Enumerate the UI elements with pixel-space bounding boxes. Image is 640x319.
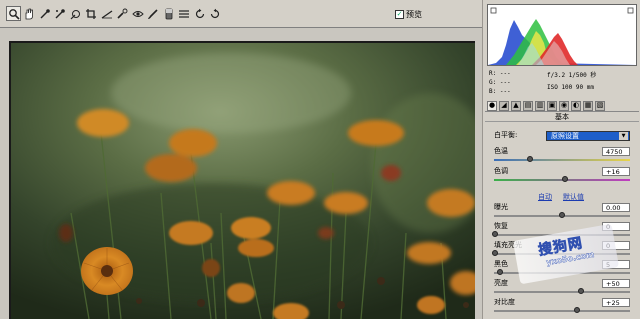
hand-icon[interactable]: [22, 6, 37, 21]
eyedropper-icon[interactable]: [37, 6, 52, 21]
preview-toggle[interactable]: ✓ 预览: [395, 9, 422, 20]
wb-label: 白平衡:: [494, 131, 518, 139]
contrast-slider-thumb[interactable]: [574, 307, 580, 313]
tone-curve-tab-icon[interactable]: ◢: [499, 100, 509, 111]
recovery-slider-thumb[interactable]: [492, 231, 498, 237]
toolbar: ✓ 预览: [0, 0, 482, 28]
section-title: 基本: [485, 113, 639, 122]
contrast-input[interactable]: +25: [602, 298, 630, 307]
target-icon[interactable]: [68, 6, 83, 21]
lens-tab-icon[interactable]: ▣: [547, 100, 557, 111]
temp-input[interactable]: 4750: [602, 147, 630, 156]
chevron-down-icon: ▼: [619, 132, 628, 140]
readout-r: R: ---: [489, 70, 511, 77]
contrast-slider[interactable]: [494, 310, 630, 312]
rotate-cw-icon[interactable]: [208, 6, 223, 21]
preview-label: 预览: [406, 10, 422, 19]
crop-icon[interactable]: [84, 6, 99, 21]
blacks-slider-thumb[interactable]: [497, 269, 503, 275]
straighten-icon[interactable]: [99, 6, 114, 21]
wb-selected-value: 原照设置: [551, 132, 579, 140]
split-toning-tab-icon[interactable]: ▥: [535, 100, 545, 111]
gradient-icon[interactable]: [161, 6, 176, 21]
exposure-input[interactable]: 0.00: [602, 203, 630, 212]
brightness-input[interactable]: +50: [602, 279, 630, 288]
recovery-label: 恢复: [494, 222, 508, 230]
readout-g: G: ---: [489, 79, 511, 86]
white-balance-select[interactable]: 原照设置 ▼: [546, 131, 630, 141]
brightness-slider-thumb[interactable]: [578, 288, 584, 294]
image-canvas: [0, 28, 482, 319]
rotate-ccw-icon[interactable]: [192, 6, 207, 21]
preview-checkbox[interactable]: ✓: [395, 10, 404, 19]
auto-link[interactable]: 自动: [538, 193, 552, 202]
photo-preview[interactable]: [9, 41, 475, 319]
brightness-slider[interactable]: [494, 291, 630, 293]
brush-icon[interactable]: [146, 6, 161, 21]
exposure-label: 曝光: [494, 203, 508, 211]
spot-icon[interactable]: [115, 6, 130, 21]
basic-tab-icon[interactable]: ●: [487, 100, 497, 111]
fill-light-slider-thumb[interactable]: [492, 250, 498, 256]
temp-label: 色温: [494, 147, 508, 155]
tint-input[interactable]: +16: [602, 167, 630, 176]
sampler-icon[interactable]: [53, 6, 68, 21]
red-eye-icon[interactable]: [130, 6, 145, 21]
exposure-info: f/3.2 1/500 秒: [547, 72, 597, 79]
hsl-tab-icon[interactable]: ▤: [523, 100, 533, 111]
tint-slider-thumb[interactable]: [562, 176, 568, 182]
presets-tab-icon[interactable]: ▦: [583, 100, 593, 111]
magnifier-icon[interactable]: [6, 6, 21, 21]
readout-b: B: ---: [489, 88, 511, 95]
blacks-label: 黑色: [494, 260, 508, 268]
contrast-label: 对比度: [494, 298, 515, 306]
brightness-label: 亮度: [494, 279, 508, 287]
tint-label: 色调: [494, 167, 508, 175]
exposure-slider-thumb[interactable]: [559, 212, 565, 218]
calibration-tab-icon[interactable]: ◐: [571, 100, 581, 111]
default-link[interactable]: 默认值: [563, 193, 584, 202]
histogram: [487, 4, 637, 66]
temp-slider-thumb[interactable]: [527, 156, 533, 162]
temp-slider[interactable]: [494, 159, 630, 161]
list-icon[interactable]: [177, 6, 192, 21]
effects-tab-icon[interactable]: ◉: [559, 100, 569, 111]
snapshots-tab-icon[interactable]: ▧: [595, 100, 605, 111]
pixel-readout: R: --- G: --- B: --- f/3.2 1/500 秒 ISO 1…: [489, 70, 637, 98]
detail-tab-icon[interactable]: ▲: [511, 100, 521, 111]
iso-info: ISO 100 90 mm: [547, 84, 594, 91]
panel-tabs: ● ◢ ▲ ▤ ▥ ▣ ◉ ◐ ▦ ▧: [485, 100, 639, 112]
